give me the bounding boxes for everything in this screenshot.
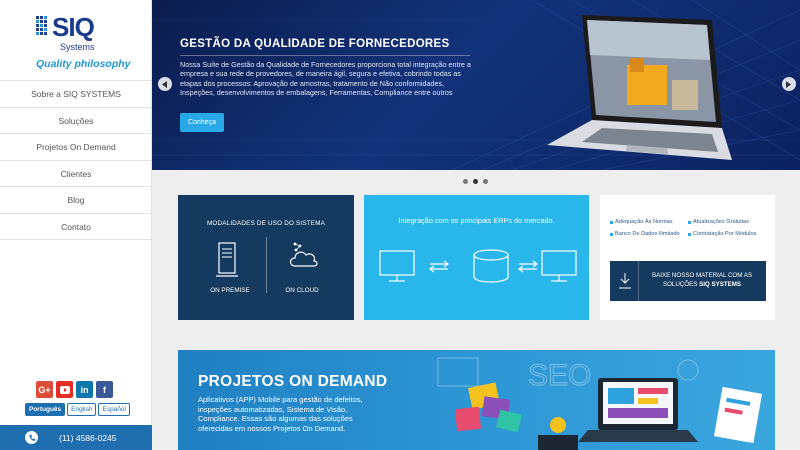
hero-cta-button[interactable]: Conheça — [180, 113, 224, 132]
phone-icon — [25, 431, 38, 444]
erp-integration-icons — [379, 249, 577, 283]
nav-item-solucoes[interactable]: Soluções — [0, 108, 152, 134]
feature-item: Adequação Às Normas — [610, 219, 688, 226]
logo-name: SIQ — [52, 12, 95, 42]
main-nav: Sobre a SIQ SYSTEMS Soluções Projetos On… — [0, 80, 152, 240]
hero-description: Nossa Suíte de Gestão da Qualidade de Fo… — [180, 60, 471, 97]
feature-item: Atualizações Gratuitas — [688, 219, 766, 226]
chevron-left-icon — [162, 80, 167, 88]
cloud-icon — [289, 242, 318, 267]
card-integracao[interactable]: Integração com os principais ERPs do mer… — [364, 195, 589, 320]
download-brand: SIQ SYSTEMS — [699, 281, 742, 288]
on-premise-label: ON PREMISE — [210, 287, 250, 294]
youtube-icon[interactable] — [56, 381, 73, 398]
hero-title: GESTÃO DA QUALIDADE DE FORNECEDORES — [180, 38, 450, 50]
phone-bar[interactable]: (11) 4586-0245 — [0, 425, 152, 450]
logo-tagline: Quality philosophy — [36, 58, 131, 70]
linkedin-icon[interactable]: in — [76, 381, 93, 398]
language-switcher: Português English Español — [25, 403, 130, 416]
google-plus-icon[interactable]: G+ — [36, 381, 53, 398]
slide-dot-3[interactable] — [483, 179, 488, 184]
projetos-on-demand-banner[interactable]: SEO PROJETOS ON DEMAND Aplicativos (APP)… — [178, 350, 775, 450]
card-modalidades-divider — [266, 237, 267, 293]
card-modalidades-title: MODALIDADES DE USO DO SISTEMA — [206, 220, 326, 227]
logo-subtitle: Systems — [60, 42, 95, 52]
lang-portugues[interactable]: Português — [25, 403, 66, 416]
lang-english[interactable]: English — [67, 403, 97, 416]
server-icon — [216, 242, 238, 277]
feature-list: Adequação Às Normas Atualizações Gratuit… — [610, 219, 770, 238]
nav-item-blog[interactable]: Blog — [0, 187, 152, 214]
siq-logo[interactable]: SIQ Systems Quality philosophy — [36, 12, 131, 72]
phone-number: (11) 4586-0245 — [59, 432, 117, 443]
facebook-icon[interactable]: f — [96, 381, 113, 398]
chevron-right-icon — [786, 80, 791, 88]
social-links: G+ in f — [36, 381, 113, 398]
on-cloud-label: ON CLOUD — [285, 287, 319, 294]
hero-divider — [180, 55, 470, 56]
nav-item-contato[interactable]: Contato — [0, 214, 152, 240]
slide-dot-1[interactable] — [463, 179, 468, 184]
download-label: BAIXE NOSSO MATERIAL COM AS SOLUÇÕES SIQ… — [640, 271, 764, 289]
projetos-illustration: SEO — [437, 357, 763, 450]
logo-squares-icon — [36, 16, 50, 38]
feature-item: Banco De Dados Ilimitado — [610, 231, 688, 238]
download-separator — [638, 261, 639, 301]
nav-item-sobre[interactable]: Sobre a SIQ SYSTEMS — [0, 81, 152, 108]
download-material-button[interactable]: BAIXE NOSSO MATERIAL COM AS SOLUÇÕES SIQ… — [610, 261, 766, 301]
sidebar: SIQ Systems Quality philosophy Sobre a S… — [0, 0, 152, 450]
slider-dots — [463, 179, 488, 184]
feature-item: Contratação Por Módulos — [688, 231, 766, 238]
hero-slider: GESTÃO DA QUALIDADE DE FORNECEDORES Noss… — [152, 0, 800, 170]
nav-item-projetos[interactable]: Projetos On Demand — [0, 134, 152, 161]
page: SIQ Systems Quality philosophy Sobre a S… — [0, 0, 800, 450]
lang-espanol[interactable]: Español — [98, 403, 130, 416]
nav-item-clientes[interactable]: Clientes — [0, 161, 152, 187]
slide-dot-2[interactable] — [473, 179, 478, 184]
projetos-description: Aplicativos (APP) Mobile para gestão de … — [198, 395, 363, 433]
laptop-illustration — [547, 15, 732, 160]
slider-prev-button[interactable] — [158, 77, 172, 91]
card-material: Adequação Às Normas Atualizações Gratuit… — [600, 195, 775, 320]
svg-text:SEO: SEO — [528, 359, 591, 392]
card-integracao-title: Integração com os principais ERPs do mer… — [398, 216, 555, 225]
card-modalidades[interactable]: MODALIDADES DE USO DO SISTEMA ON PREMISE… — [178, 195, 354, 320]
slider-next-button[interactable] — [782, 77, 796, 91]
projetos-title: PROJETOS ON DEMAND — [198, 373, 388, 390]
download-icon — [619, 273, 631, 289]
